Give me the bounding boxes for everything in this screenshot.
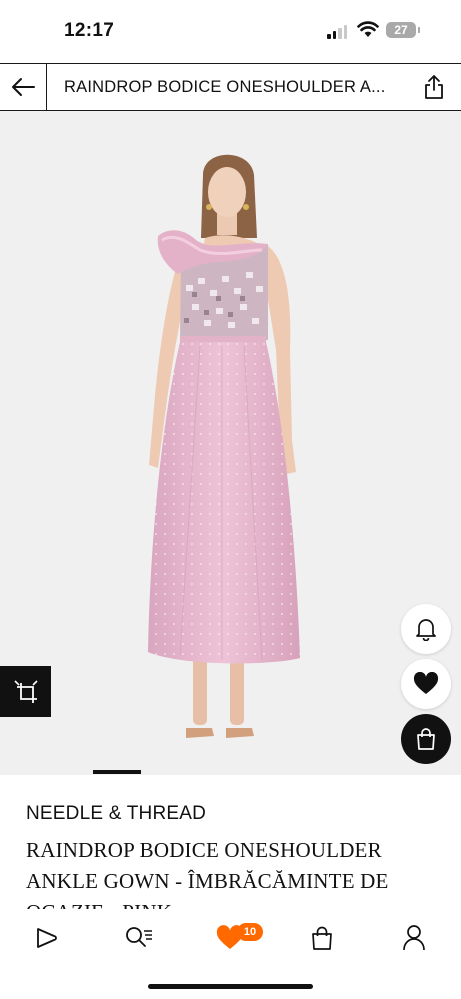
add-to-bag-button[interactable] — [401, 714, 451, 764]
arrow-left-icon — [12, 78, 35, 96]
status-time: 12:17 — [64, 20, 115, 41]
tab-home[interactable] — [28, 923, 64, 953]
model-photo — [148, 154, 300, 738]
heart-icon — [413, 672, 439, 694]
battery-cap — [418, 27, 420, 33]
bag-icon — [312, 926, 332, 950]
wishlist-count-badge: 10 — [237, 923, 263, 941]
bell-icon — [416, 619, 436, 641]
image-carousel-indicator — [93, 770, 141, 774]
product-header: RAINDROP BODICE ONESHOULDER A... — [0, 63, 461, 111]
home-indicator — [148, 984, 313, 989]
status-bar: 12:17 27 — [0, 0, 461, 62]
cellular-signal-icon — [327, 25, 347, 39]
view-toggle-icon — [13, 679, 38, 703]
product-name: RAINDROP BODICE ONESHOULDER ANKLE GOWN -… — [26, 838, 389, 909]
product-image[interactable] — [0, 111, 461, 775]
back-button[interactable] — [0, 64, 47, 110]
tab-account[interactable] — [396, 923, 432, 953]
notify-button[interactable] — [401, 604, 451, 654]
share-icon — [425, 75, 443, 99]
account-icon — [403, 925, 425, 951]
shopping-bag-icon — [417, 728, 435, 750]
tab-search[interactable] — [121, 923, 157, 953]
page-title: RAINDROP BODICE ONESHOULDER A... — [64, 78, 386, 96]
brand-name[interactable]: NEEDLE & THREAD — [26, 803, 206, 825]
battery-level: 27 — [386, 22, 416, 38]
view-toggle-button[interactable] — [0, 666, 51, 717]
tab-bag[interactable] — [304, 923, 340, 953]
wifi-icon — [357, 21, 379, 37]
search-icon — [126, 927, 152, 947]
wishlist-button[interactable] — [401, 659, 451, 709]
share-button[interactable] — [417, 70, 451, 104]
home-icon — [37, 928, 57, 948]
